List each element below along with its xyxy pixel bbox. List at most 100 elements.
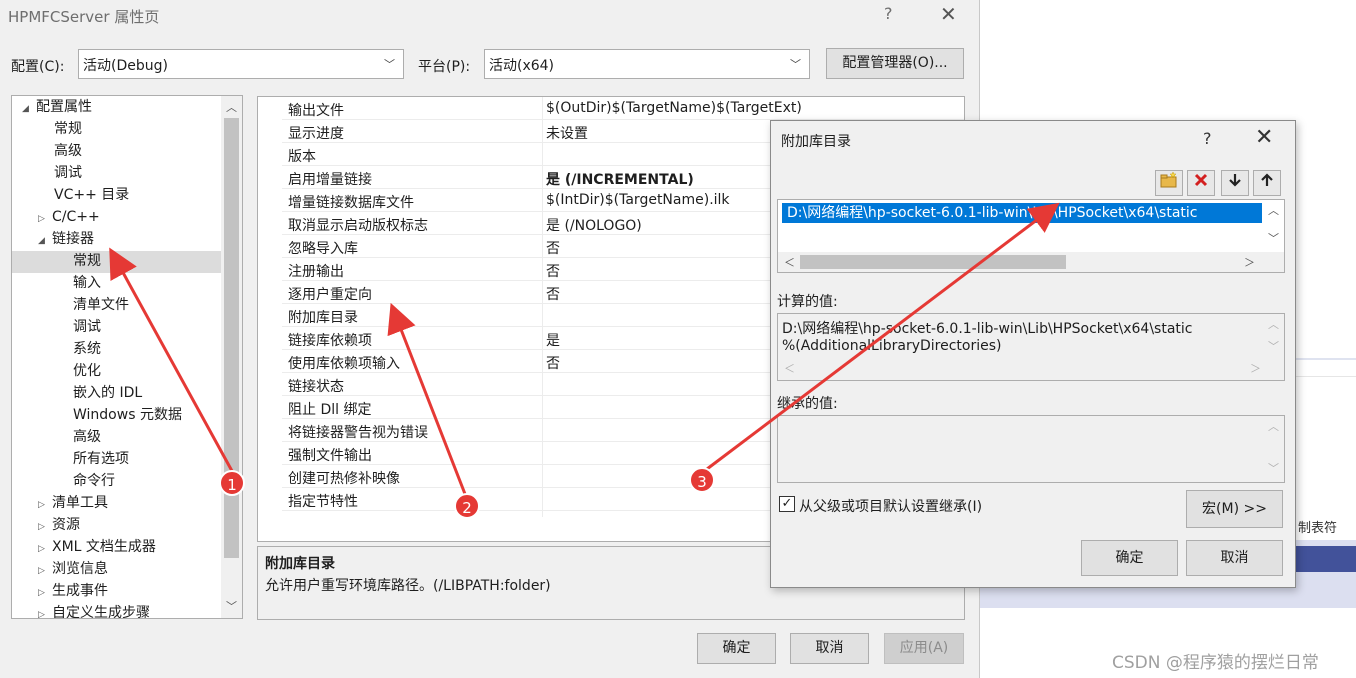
help-icon[interactable]: ?: [1203, 129, 1212, 148]
tree-item[interactable]: ▷ C/C++: [38, 206, 100, 228]
tree-item-label: 调试: [54, 165, 82, 181]
property-value[interactable]: 是 (/INCREMENTAL): [546, 169, 694, 189]
tree-item-label: 清单工具: [52, 495, 108, 511]
tree-item[interactable]: VC++ 目录: [54, 184, 129, 206]
directory-entry[interactable]: D:\网络编程\hp-socket-6.0.1-lib-win\Lib\HPSo…: [782, 203, 1262, 223]
tree-item-label: 资源: [52, 517, 80, 533]
chevron-right-icon[interactable]: ＞: [1244, 254, 1255, 270]
platform-select[interactable]: 活动(x64) ﹀: [484, 49, 810, 79]
background-tab-active: [1296, 546, 1356, 572]
tree-item[interactable]: 常规: [73, 250, 101, 272]
inherit-checkbox[interactable]: ✓: [779, 496, 795, 512]
ok-button[interactable]: 确定: [697, 633, 776, 664]
tree-item-label: 输入: [73, 275, 101, 291]
collapsed-icon[interactable]: ▷: [38, 538, 52, 560]
tree-item[interactable]: ▷ 浏览信息: [38, 558, 108, 580]
chevron-down-icon[interactable]: ﹀: [226, 598, 237, 614]
directory-list[interactable]: D:\网络编程\hp-socket-6.0.1-lib-win\Lib\HPSo…: [777, 199, 1285, 273]
expanded-icon[interactable]: ◢: [38, 230, 52, 252]
collapsed-icon[interactable]: ▷: [38, 208, 52, 230]
property-value[interactable]: 否: [546, 353, 560, 373]
apply-button[interactable]: 应用(A): [884, 633, 964, 664]
collapsed-icon[interactable]: ▷: [38, 582, 52, 604]
tree-item-label: 优化: [73, 363, 101, 379]
move-down-button[interactable]: [1221, 170, 1249, 196]
dialog-ok-button[interactable]: 确定: [1081, 540, 1178, 576]
tree-item-label: 自定义生成步骤: [52, 605, 150, 619]
tree-item[interactable]: 命令行: [73, 470, 115, 492]
collapsed-icon[interactable]: ▷: [38, 494, 52, 516]
tree-item[interactable]: 输入: [73, 272, 101, 294]
tree-item-label: 系统: [73, 341, 101, 357]
property-name: 取消显示启动版权标志: [288, 218, 428, 234]
config-select[interactable]: 活动(Debug) ﹀: [78, 49, 404, 79]
close-icon[interactable]: ✕: [940, 2, 957, 26]
new-folder-icon: [1160, 171, 1177, 188]
tree-item[interactable]: 常规: [54, 118, 82, 140]
tree-item[interactable]: 清单文件: [73, 294, 129, 316]
tree-item[interactable]: 调试: [54, 162, 82, 184]
macros-button[interactable]: 宏(M) >>: [1186, 490, 1283, 528]
tree-item[interactable]: ▷ 自定义生成步骤: [38, 602, 150, 619]
tree-item[interactable]: ▷ XML 文档生成器: [38, 536, 156, 558]
delete-line-button[interactable]: [1187, 170, 1215, 196]
list-hscrollbar[interactable]: ＜ ＞: [778, 252, 1284, 272]
tree-item[interactable]: ▷ 清单工具: [38, 492, 108, 514]
property-name: 阻止 Dll 绑定: [288, 402, 372, 418]
tree-item[interactable]: 优化: [73, 360, 101, 382]
property-name: 忽略导入库: [288, 241, 358, 257]
tree-item[interactable]: 系统: [73, 338, 101, 360]
tree-item-label: 嵌入的 IDL: [73, 385, 143, 401]
tree-item[interactable]: 嵌入的 IDL: [73, 382, 142, 404]
property-value[interactable]: $(OutDir)$(TargetName)$(TargetExt): [546, 100, 802, 116]
property-name: 将链接器警告视为错误: [288, 425, 428, 441]
tree-item[interactable]: 高级: [54, 140, 82, 162]
help-icon[interactable]: ?: [884, 4, 893, 23]
tree-item[interactable]: ▷ 生成事件: [38, 580, 108, 602]
tree-scrollbar[interactable]: ︿ ﹀: [221, 96, 242, 618]
property-value[interactable]: 否: [546, 238, 560, 258]
chevron-down-icon[interactable]: ﹀: [1268, 230, 1279, 246]
expanded-icon[interactable]: ◢: [22, 98, 36, 120]
property-value[interactable]: 否: [546, 284, 560, 304]
category-tree[interactable]: ◢ 配置属性 常规 高级 调试 VC++ 目录 ▷ C/C++ ◢ 链接器 常规 输入 清单文件 调试 系统…: [11, 95, 243, 619]
chevron-up-icon[interactable]: ︿: [1268, 202, 1279, 218]
tree-item[interactable]: ▷ 资源: [38, 514, 80, 536]
tree-item[interactable]: 调试: [73, 316, 101, 338]
close-icon[interactable]: ✕: [1255, 125, 1273, 150]
tree-item[interactable]: 高级: [73, 426, 101, 448]
background-tab[interactable]: 制表符: [1296, 518, 1356, 540]
tree-item-label: XML 文档生成器: [52, 539, 156, 555]
tree-item[interactable]: ◢ 配置属性: [22, 96, 92, 118]
chevron-up-icon[interactable]: ︿: [226, 99, 237, 115]
window-title: HPMFCServer 属性页: [8, 8, 160, 26]
property-value[interactable]: 否: [546, 261, 560, 281]
move-up-button[interactable]: [1253, 170, 1281, 196]
scrollbar-thumb[interactable]: [800, 255, 1066, 269]
property-value[interactable]: 是: [546, 330, 560, 350]
property-value[interactable]: $(IntDir)$(TargetName).ilk: [546, 192, 730, 208]
collapsed-icon[interactable]: ▷: [38, 516, 52, 538]
property-value[interactable]: 是 (/NOLOGO): [546, 215, 642, 235]
arrow-down-icon: [1229, 174, 1241, 187]
property-value[interactable]: 未设置: [546, 123, 588, 143]
new-line-button[interactable]: [1155, 170, 1183, 196]
chevron-left-icon[interactable]: ＜: [784, 254, 795, 270]
dialog-title: 附加库目录: [781, 134, 851, 150]
config-select-value: 活动(Debug): [83, 58, 168, 74]
collapsed-icon[interactable]: ▷: [38, 604, 52, 618]
config-manager-button[interactable]: 配置管理器(O)...: [826, 48, 964, 79]
tree-item[interactable]: ◢ 链接器: [38, 228, 94, 250]
property-row[interactable]: 输出文件 $(OutDir)$(TargetName)$(TargetExt): [258, 97, 964, 120]
collapsed-icon[interactable]: ▷: [38, 560, 52, 582]
chevron-down-icon: ﹀: [1268, 340, 1279, 353]
tree-item-label: VC++ 目录: [54, 187, 130, 203]
tree-item-label: 配置属性: [36, 99, 92, 115]
inherit-checkbox-label[interactable]: 从父级或项目默认设置继承(I): [799, 496, 982, 516]
platform-select-value: 活动(x64): [489, 58, 555, 74]
computed-value-line: %(AdditionalLibraryDirectories): [782, 338, 1002, 354]
tree-item[interactable]: 所有选项: [73, 448, 129, 470]
cancel-button[interactable]: 取消: [790, 633, 869, 664]
tree-item[interactable]: Windows 元数据: [73, 404, 182, 426]
dialog-cancel-button[interactable]: 取消: [1186, 540, 1283, 576]
